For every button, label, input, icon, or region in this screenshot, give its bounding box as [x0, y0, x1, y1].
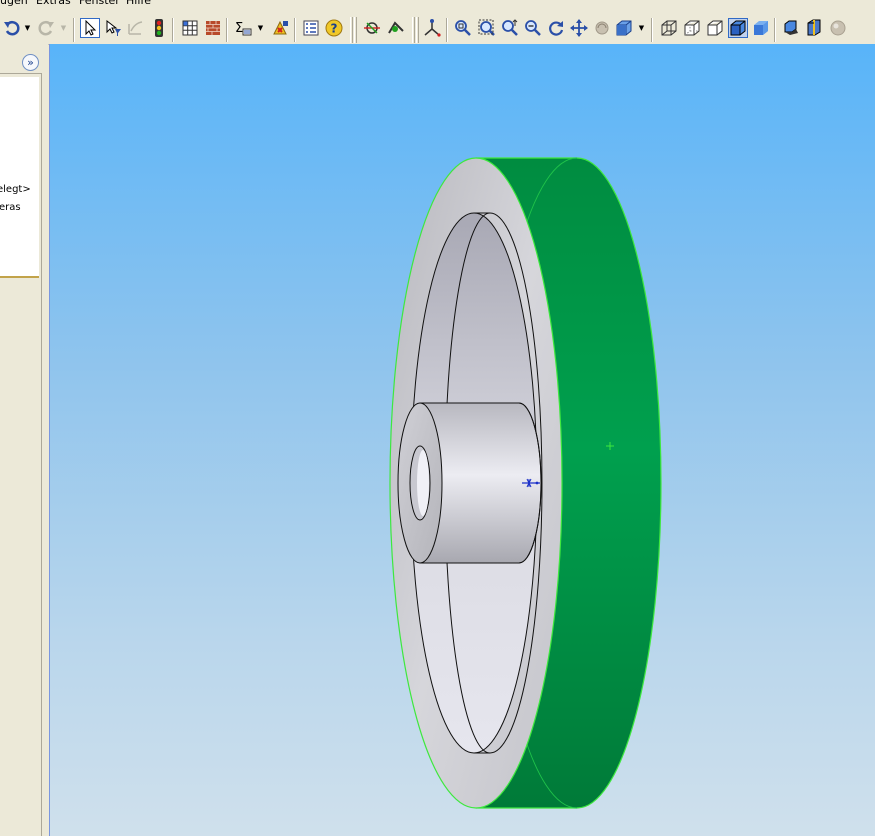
display-style-dropdown-icon[interactable]: ▼: [638, 18, 645, 38]
menu-item-window[interactable]: Fenster: [79, 0, 120, 8]
hidden-lines-removed-icon[interactable]: [705, 18, 725, 38]
wheel-hub[interactable]: [397, 402, 542, 564]
hidden-lines-visible-icon[interactable]: [682, 18, 702, 38]
help-icon[interactable]: ?: [324, 18, 344, 38]
toolbar-separator: [172, 18, 174, 42]
properties-icon[interactable]: [301, 18, 321, 38]
zoom-in-out-icon[interactable]: [500, 18, 520, 38]
grid-icon[interactable]: [180, 18, 200, 38]
toolbar-separator: [73, 18, 75, 42]
panel-splitter[interactable]: [39, 74, 42, 836]
feature-tree-line[interactable]: elegt>: [0, 184, 31, 195]
toolbar: ▼ ▼ Σ ▼ ? ▼: [0, 9, 875, 45]
brick-icon[interactable]: [203, 18, 223, 38]
view-orient-icon[interactable]: [592, 18, 612, 38]
shaded-icon[interactable]: [751, 18, 771, 38]
menu-bar: ugen Extras Fenster Hilfe: [0, 0, 875, 9]
rebuild-icon[interactable]: [270, 18, 290, 38]
feature-tree-line[interactable]: eras: [0, 202, 21, 213]
realview-icon[interactable]: [828, 18, 848, 38]
rotate-icon[interactable]: [546, 18, 566, 38]
graphics-viewport[interactable]: [49, 44, 875, 836]
zoom-area-icon[interactable]: [477, 18, 497, 38]
svg-text:?: ?: [331, 22, 338, 36]
toolbar-grip[interactable]: [354, 17, 357, 43]
section-view-icon[interactable]: [804, 18, 824, 38]
sketch-icon[interactable]: [126, 18, 146, 38]
zoom-fit-icon[interactable]: [453, 18, 473, 38]
sum-dropdown-icon[interactable]: ▼: [257, 18, 264, 38]
measure-icon[interactable]: [362, 18, 382, 38]
toolbar-separator: [294, 18, 296, 42]
shadows-icon[interactable]: [781, 18, 801, 38]
expand-panel-button[interactable]: »: [22, 54, 39, 71]
feature-tree[interactable]: elegt> eras: [0, 77, 40, 278]
shaded-edges-icon[interactable]: [728, 18, 748, 38]
toolbar-separator: [226, 18, 228, 42]
undo-icon[interactable]: [2, 18, 22, 38]
sum-icon[interactable]: Σ: [234, 18, 254, 38]
redo-icon[interactable]: [36, 18, 56, 38]
pan-icon[interactable]: [569, 18, 589, 38]
display-style-icon[interactable]: [615, 18, 635, 38]
orientation-icon[interactable]: [422, 18, 442, 38]
menu-item-insert[interactable]: ugen: [0, 0, 28, 8]
undo-dropdown-icon[interactable]: ▼: [24, 18, 31, 38]
hub-bore-inner: [417, 450, 429, 516]
zoom-selection-icon[interactable]: [523, 18, 543, 38]
selection-filter-icon[interactable]: [103, 18, 123, 38]
wheel-model[interactable]: [50, 44, 875, 836]
svg-text:Σ: Σ: [235, 21, 243, 36]
menu-item-help[interactable]: Hilfe: [126, 0, 151, 8]
toolbar-separator: [651, 18, 653, 42]
wireframe-icon[interactable]: [659, 18, 679, 38]
feature-manager-panel: » elegt> eras: [0, 44, 48, 836]
redo-dropdown-icon[interactable]: ▼: [60, 18, 67, 38]
toolbar-grip[interactable]: [350, 17, 353, 43]
toolbar-grip[interactable]: [412, 17, 415, 43]
toolbar-grip[interactable]: [416, 17, 419, 43]
toolbar-separator: [774, 18, 776, 42]
traffic-light-icon[interactable]: [149, 18, 169, 38]
toolbar-separator: [446, 18, 448, 42]
double-chevron-right-icon: »: [27, 56, 34, 69]
menu-item-extras[interactable]: Extras: [36, 0, 71, 8]
mass-properties-icon[interactable]: [386, 18, 406, 38]
select-icon[interactable]: [80, 18, 100, 38]
